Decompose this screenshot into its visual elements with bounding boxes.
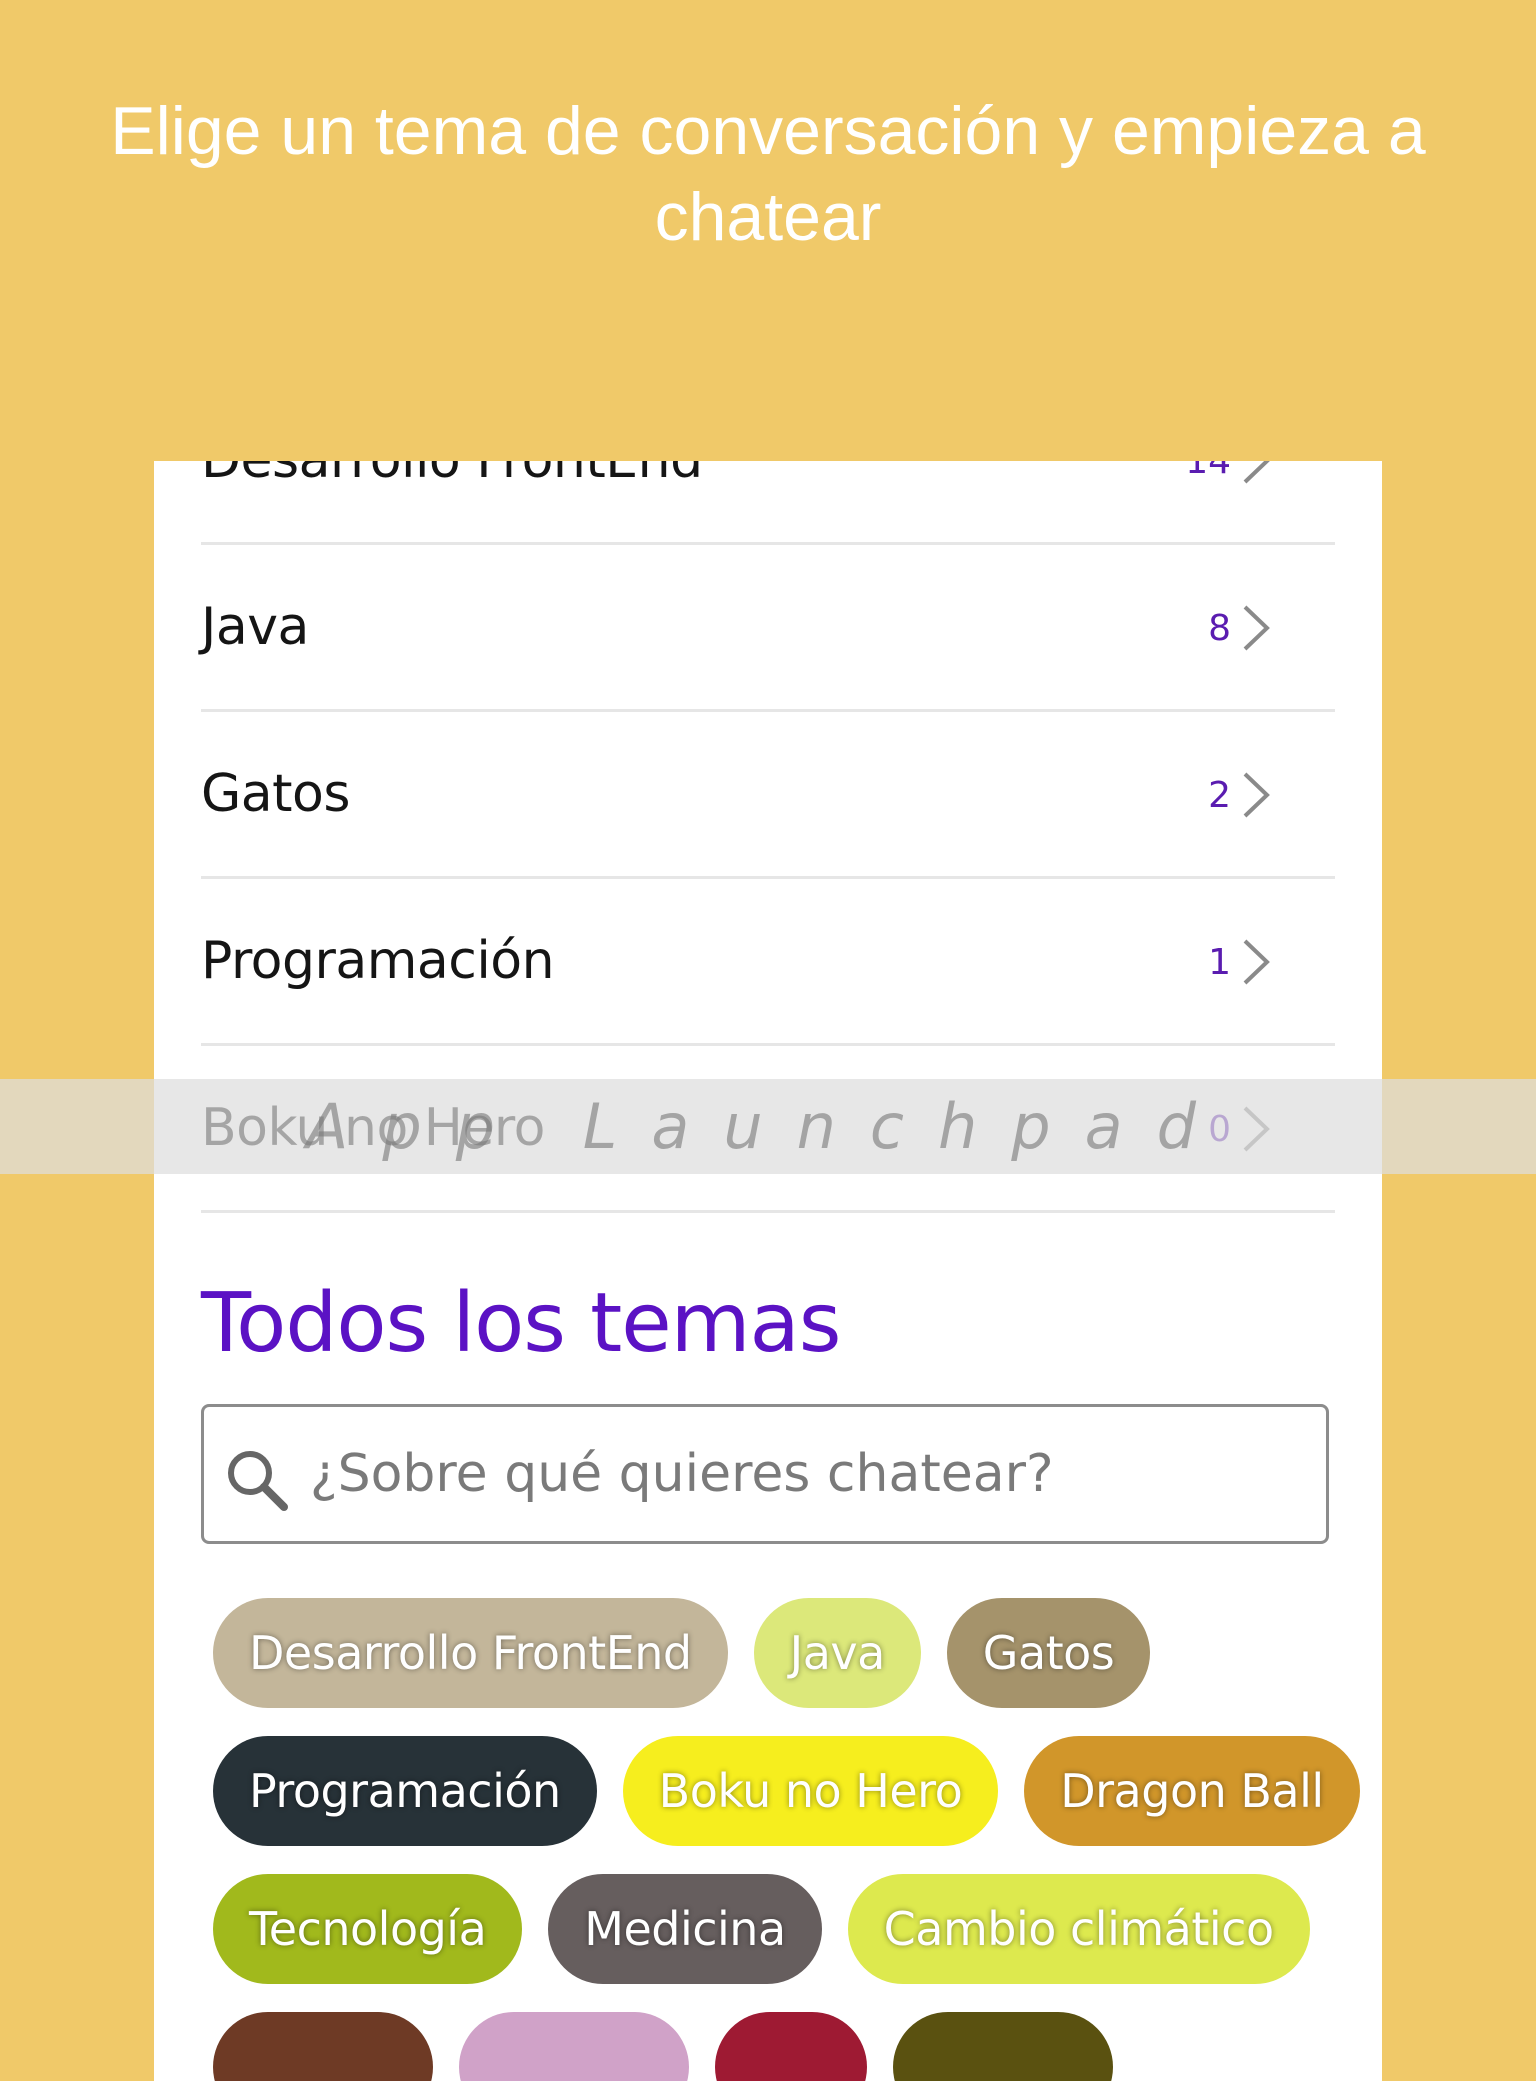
tag-chip[interactable]: Java bbox=[753, 1598, 921, 1708]
app-screenshot: Desarrollo FrontEnd 14 Java 8 Gatos 2 Pr… bbox=[154, 461, 1382, 2081]
tag-chip[interactable]: Boku no Hero bbox=[622, 1736, 999, 1846]
topic-count: 1 bbox=[1208, 942, 1231, 983]
chevron-right-icon bbox=[1243, 939, 1270, 985]
topic-row-java[interactable]: Java 8 bbox=[201, 545, 1335, 712]
tag-chip[interactable]: Programación bbox=[213, 1736, 597, 1846]
tag-chip[interactable]: Cambio climático bbox=[847, 1874, 1310, 1984]
topic-count: 14 bbox=[1185, 461, 1231, 482]
tag-chip[interactable]: Tecnología bbox=[213, 1874, 523, 1984]
chevron-right-icon bbox=[1243, 772, 1270, 818]
tag-row bbox=[213, 2012, 1333, 2081]
topic-row-programacion[interactable]: Programación 1 bbox=[201, 879, 1335, 1046]
topic-count: 2 bbox=[1208, 775, 1231, 816]
topic-count: 8 bbox=[1208, 608, 1231, 649]
search-box bbox=[201, 1404, 1329, 1544]
tag-chip[interactable] bbox=[893, 2012, 1113, 2081]
topic-row-desarrollo-frontend[interactable]: Desarrollo FrontEnd 14 bbox=[201, 461, 1335, 545]
tag-row: Tecnología Medicina Cambio climático bbox=[213, 1874, 1333, 1984]
topic-name: Programación bbox=[201, 931, 555, 991]
tag-chip[interactable]: Dragon Ball bbox=[1024, 1736, 1360, 1846]
watermark: App Launchpad bbox=[305, 1090, 1231, 1163]
tag-chip[interactable] bbox=[213, 2012, 433, 2081]
tag-row: Desarrollo FrontEnd Java Gatos bbox=[213, 1598, 1333, 1708]
topic-name: Desarrollo FrontEnd bbox=[201, 461, 703, 542]
headline: Elige un tema de conversación y empieza … bbox=[110, 93, 1426, 255]
search-input[interactable] bbox=[310, 1407, 1310, 1541]
tag-chip[interactable]: Gatos bbox=[946, 1598, 1151, 1708]
tag-chip[interactable] bbox=[715, 2012, 867, 2081]
tag-chip[interactable]: Medicina bbox=[548, 1874, 822, 1984]
search-icon bbox=[228, 1451, 288, 1511]
tag-chip[interactable] bbox=[459, 2012, 689, 2081]
tag-row: Programación Boku no Hero Dragon Ball bbox=[213, 1736, 1360, 1846]
chevron-right-icon bbox=[1243, 461, 1270, 484]
tag-chip[interactable]: Desarrollo FrontEnd bbox=[213, 1598, 728, 1708]
tag-cloud: Desarrollo FrontEnd Java Gatos Programac… bbox=[213, 1598, 1360, 2081]
section-title: Todos los temas bbox=[201, 1276, 842, 1371]
topic-name: Java bbox=[201, 597, 309, 657]
chevron-right-icon bbox=[1243, 605, 1270, 651]
topic-row-gatos[interactable]: Gatos 2 bbox=[201, 712, 1335, 879]
topic-name: Gatos bbox=[201, 764, 350, 824]
